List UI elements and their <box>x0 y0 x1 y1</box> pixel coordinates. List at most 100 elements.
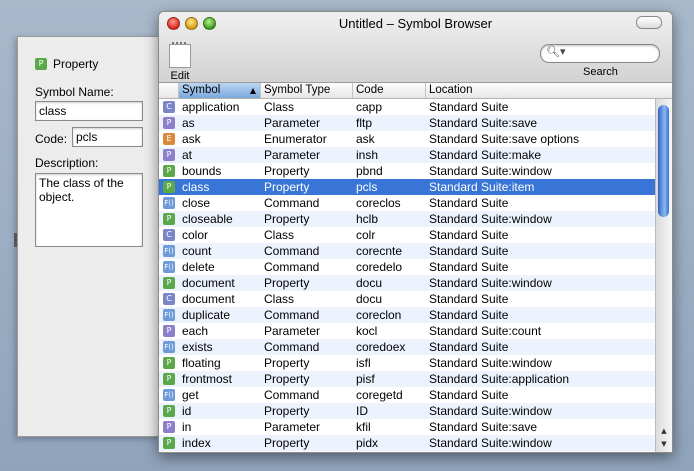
symbol-kind-enumerator-icon: E <box>163 133 175 145</box>
cell-location: Standard Suite:item <box>429 180 535 194</box>
cell-symbol-type: Class <box>264 100 295 114</box>
table-row[interactable]: F() delete Command coredelo Standard Suite <box>159 259 672 275</box>
table-row[interactable]: F() count Command corecnte Standard Suite <box>159 243 672 259</box>
cell-location: Standard Suite:make <box>429 148 542 162</box>
row-icon-cell: F() <box>159 195 179 211</box>
cell-code: corecnte <box>356 244 403 258</box>
symbol-kind-command-icon: F() <box>163 309 175 321</box>
table-row[interactable]: Pid Property ID Standard Suite:window <box>159 403 672 419</box>
cell-code: capp <box>356 100 383 114</box>
row-icon-cell: C <box>159 291 179 307</box>
cell-symbol-type: Class <box>264 292 295 306</box>
scroll-down-arrow-icon[interactable]: ▼ <box>656 438 672 451</box>
cell-location: Standard Suite:window <box>429 164 552 178</box>
cell-symbol: at <box>182 148 193 162</box>
cell-symbol: exists <box>182 340 213 354</box>
row-icon-cell: P <box>159 403 179 419</box>
column-header-location[interactable]: Location <box>426 83 672 98</box>
table-row[interactable]: Ccolor Class colr Standard Suite <box>159 227 672 243</box>
column-header-icon[interactable] <box>159 83 179 98</box>
row-icon-cell: P <box>159 163 179 179</box>
row-icon-cell: F() <box>159 307 179 323</box>
table-row[interactable]: Pfloating Property isfl Standard Suite:wind… <box>159 355 672 371</box>
table-row[interactable]: Peach Parameter kocl Standard Suite:count <box>159 323 672 339</box>
table-row[interactable]: Pdocument Property docu Standard Suite:wind… <box>159 275 672 291</box>
table-row[interactable]: F() close Command coreclos Standard Suite <box>159 195 672 211</box>
search-input[interactable]: 🔍︎▾ <box>540 44 660 63</box>
cell-code: hclb <box>356 212 379 226</box>
row-icon-cell: P <box>159 355 179 371</box>
kind-label: Property <box>53 57 99 71</box>
cell-symbol-type: Command <box>264 340 320 354</box>
cell-symbol-type: Property <box>264 164 310 178</box>
description-field[interactable]: The class of the object. <box>35 173 143 247</box>
table-row[interactable]: Capplication Class capp Standard Suite <box>159 99 672 115</box>
info-drawer: P Property Symbol Name: class Code: pcls… <box>14 36 161 437</box>
edit-button[interactable]: Edit <box>167 42 193 82</box>
cell-location: Standard Suite:application <box>429 372 570 386</box>
cell-symbol: ask <box>182 132 201 146</box>
row-icon-cell: P <box>159 419 179 435</box>
table-row[interactable]: Pindex Property pidx Standard Suite:window <box>159 435 672 451</box>
edit-label: Edit <box>170 70 190 82</box>
table-row[interactable]: Pfrontmost Property pisf Standard Suite:app… <box>159 371 672 387</box>
row-icon-cell: F() <box>159 387 179 403</box>
toolbar-toggle-button[interactable] <box>636 16 662 29</box>
cell-symbol: count <box>182 244 212 258</box>
cell-location: Standard Suite <box>429 244 509 258</box>
cell-code: docu <box>356 276 383 290</box>
symbol-name-field[interactable]: class <box>35 101 143 121</box>
cell-code: pcls <box>356 180 378 194</box>
cell-symbol: delete <box>182 260 215 274</box>
cell-location: Standard Suite <box>429 388 509 402</box>
sort-ascending-icon: ▲ <box>249 86 256 95</box>
column-header-symbol-type[interactable]: Symbol Type <box>261 83 353 98</box>
description-label: Description: <box>35 156 99 170</box>
scrollbar-thumb[interactable] <box>658 105 669 217</box>
table-row[interactable]: Pbounds Property pbnd Standard Suite:window <box>159 163 672 179</box>
symbol-kind-property-icon: P <box>163 357 175 369</box>
table-row[interactable]: F() exists Command coredoex Standard Suite <box>159 339 672 355</box>
drawer-handle[interactable] <box>14 233 17 247</box>
row-icon-cell: C <box>159 99 179 115</box>
cell-symbol-type: Property <box>264 436 310 450</box>
code-field[interactable]: pcls <box>72 127 143 147</box>
table-row[interactable]: Pclass Property pcls Standard Suite:item <box>159 179 672 195</box>
cell-code: coredoex <box>356 340 406 354</box>
table-row[interactable]: Pin Parameter kfil Standard Suite:save <box>159 419 672 435</box>
search-icon: 🔍︎▾ <box>546 45 566 58</box>
cell-code: isfl <box>356 356 371 370</box>
cell-symbol-type: Property <box>264 212 310 226</box>
symbol-kind-class-icon: C <box>163 229 175 241</box>
cell-symbol: class <box>182 180 210 194</box>
cell-location: Standard Suite <box>429 260 509 274</box>
row-icon-cell: F() <box>159 243 179 259</box>
cell-location: Standard Suite <box>429 100 509 114</box>
vertical-scrollbar[interactable]: ▲ ▼ <box>655 99 672 452</box>
table-row[interactable]: Cdocument Class docu Standard Suite <box>159 291 672 307</box>
table-row[interactable]: F() get Command coregetd Standard Suite <box>159 387 672 403</box>
cell-symbol: get <box>182 388 199 402</box>
table-row[interactable]: Pas Parameter fltp Standard Suite:save <box>159 115 672 131</box>
cell-location: Standard Suite <box>429 228 509 242</box>
table-row[interactable]: Pat Parameter insh Standard Suite:make <box>159 147 672 163</box>
symbol-kind-property-icon: P <box>163 277 175 289</box>
cell-symbol-type: Property <box>264 276 310 290</box>
row-icon-cell: P <box>159 211 179 227</box>
cell-symbol-type: Class <box>264 228 295 242</box>
symbol-kind-command-icon: F() <box>163 245 175 257</box>
column-header-code[interactable]: Code <box>353 83 426 98</box>
table-body: Capplication Class capp Standard Suite Pas Pa… <box>159 99 672 451</box>
table-row[interactable]: F() duplicate Command coreclon Standard Suit… <box>159 307 672 323</box>
cell-symbol: duplicate <box>182 308 231 322</box>
table-row[interactable]: Pcloseable Property hclb Standard Suite:win… <box>159 211 672 227</box>
table-row[interactable]: Eask Enumerator ask Standard Suite:save opt… <box>159 131 672 147</box>
table-header: Symbol ▲ Symbol Type Code Location <box>159 83 672 99</box>
cell-location: Standard Suite:window <box>429 356 552 370</box>
cell-symbol: id <box>182 404 192 418</box>
symbol-kind-class-icon: C <box>163 101 175 113</box>
cell-location: Standard Suite:window <box>429 212 552 226</box>
column-header-symbol[interactable]: Symbol ▲ <box>179 83 261 98</box>
cell-location: Standard Suite <box>429 292 509 306</box>
scroll-up-arrow-icon[interactable]: ▲ <box>656 425 672 438</box>
